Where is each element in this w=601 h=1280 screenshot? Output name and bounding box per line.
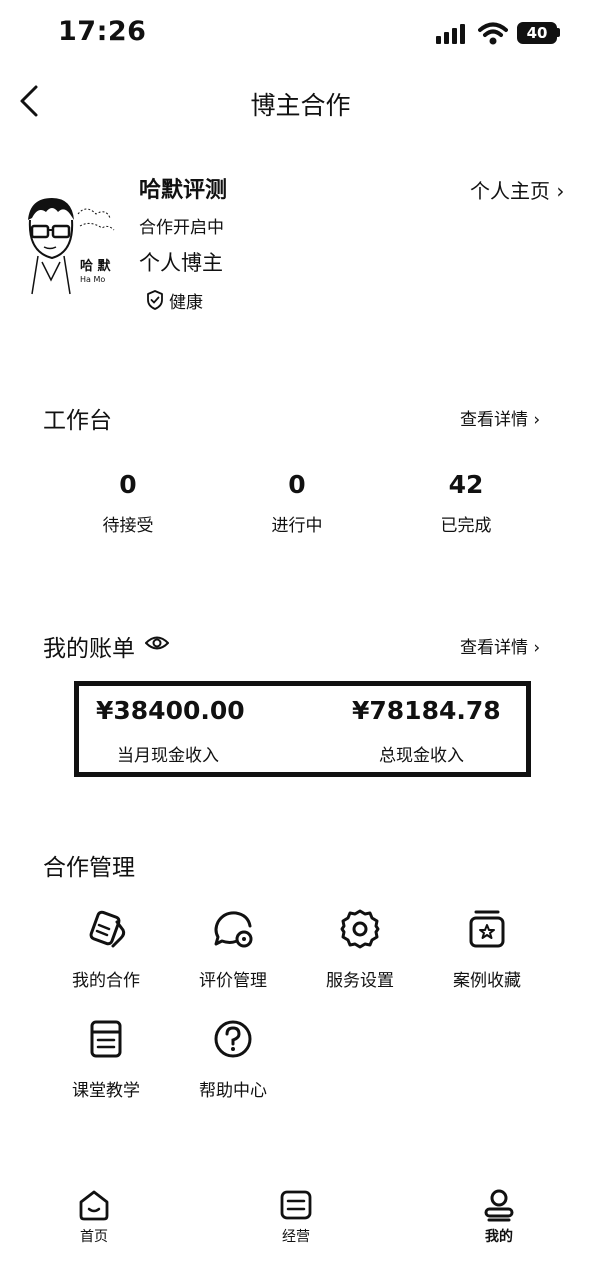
stat-in-progress-value: 0: [288, 470, 306, 499]
avatar[interactable]: 哈 默 Ha Mo: [18, 190, 118, 296]
stat-pending[interactable]: 0 待接受: [53, 470, 203, 536]
stat-pending-value: 0: [119, 470, 137, 499]
page-title: 博主合作: [250, 91, 351, 120]
cooperation-status: 合作开启中: [139, 218, 224, 238]
grid-item-review-management[interactable]: 评价管理: [170, 908, 296, 991]
status-time: 17:26: [58, 16, 147, 47]
business-icon: [280, 1190, 312, 1220]
monthly-income-amount: ¥38400.00: [96, 696, 245, 725]
workbench-title: 工作台: [43, 408, 112, 434]
grid-label-help-center: 帮助中心: [199, 1081, 267, 1101]
management-title: 合作管理: [43, 855, 135, 881]
workbench-detail-link[interactable]: 查看详情 ›: [460, 405, 540, 430]
avatar-subcaption: Ha Mo: [80, 275, 105, 284]
tab-home-label: 首页: [80, 1229, 108, 1245]
user-icon: [484, 1189, 514, 1222]
tab-business[interactable]: 经营: [251, 1188, 341, 1246]
grid-item-case-collection[interactable]: 案例收藏: [424, 908, 550, 991]
eye-icon[interactable]: [145, 633, 169, 653]
avatar-caption: 哈 默: [80, 258, 112, 274]
tab-mine-label: 我的: [485, 1229, 513, 1245]
personal-homepage-link[interactable]: 个人主页 ›: [470, 175, 564, 204]
grid-item-service-settings[interactable]: 服务设置: [297, 908, 423, 991]
grid-label-review-management: 评价管理: [199, 971, 267, 991]
stat-in-progress-label: 进行中: [271, 516, 323, 536]
grid-label-case-collection: 案例收藏: [453, 971, 521, 991]
stat-completed-value: 42: [448, 470, 484, 499]
grid-label-service-settings: 服务设置: [326, 971, 394, 991]
health-label: 健康: [169, 293, 203, 313]
stat-pending-label: 待接受: [102, 516, 154, 536]
battery-nub: [557, 28, 560, 37]
total-income-amount: ¥78184.78: [352, 696, 501, 725]
tab-mine[interactable]: 我的: [454, 1188, 544, 1246]
grid-label-my-cooperation: 我的合作: [72, 971, 140, 991]
stat-completed[interactable]: 42 已完成: [391, 470, 541, 536]
grid-label-classroom: 课堂教学: [72, 1081, 140, 1101]
grid-item-help-center[interactable]: 帮助中心: [170, 1018, 296, 1101]
bill-detail-link[interactable]: 查看详情 ›: [460, 633, 540, 658]
star-box-icon: [469, 910, 505, 948]
comment-icon: [214, 911, 253, 948]
book-icon: [90, 1020, 122, 1058]
tab-business-label: 经营: [282, 1229, 310, 1245]
stat-completed-label: 已完成: [440, 516, 492, 536]
blogger-name: 哈默评测: [139, 178, 228, 203]
monthly-income-label: 当月现金收入: [117, 746, 219, 766]
help-icon: [214, 1020, 252, 1058]
blogger-type: 个人博主: [139, 251, 223, 275]
shield-check-icon: [147, 290, 163, 310]
total-income-label: 总现金收入: [379, 746, 464, 766]
home-icon: [79, 1190, 109, 1221]
grid-item-classroom[interactable]: 课堂教学: [43, 1018, 169, 1101]
wifi-icon: [478, 22, 508, 45]
signal-icon: [436, 24, 465, 44]
bill-title: 我的账单: [43, 636, 135, 662]
grid-item-my-cooperation[interactable]: 我的合作: [43, 908, 169, 991]
battery-indicator: 40: [517, 22, 557, 44]
gear-icon: [340, 909, 380, 949]
tab-home[interactable]: 首页: [49, 1188, 139, 1246]
stat-in-progress[interactable]: 0 进行中: [222, 470, 372, 536]
cooperation-icon: [89, 910, 126, 948]
